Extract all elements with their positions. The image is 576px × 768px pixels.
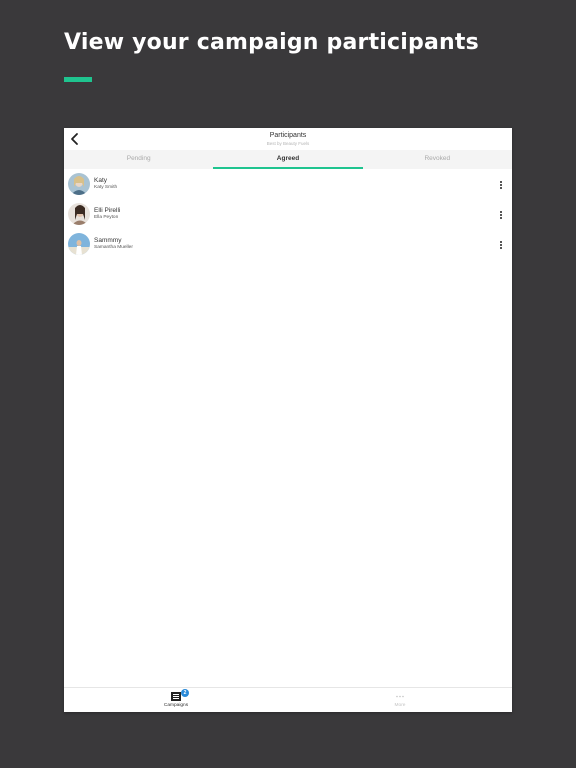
vertical-ellipsis-icon xyxy=(500,181,502,189)
page-subtitle: Best by Beauty Fuels xyxy=(266,141,310,146)
more-options-button[interactable] xyxy=(498,210,504,220)
nav-header: Participants Best by Beauty Fuels xyxy=(64,128,512,150)
participant-name: Elli Pirelli xyxy=(94,207,121,214)
avatar xyxy=(68,203,90,225)
app-screen: Participants Best by Beauty Fuels Pendin… xyxy=(64,128,512,712)
participant-name: Sammmy xyxy=(94,237,122,244)
participant-full-name: Samantha Mueller xyxy=(94,245,133,250)
notification-badge: 2 xyxy=(181,689,189,697)
participant-row[interactable]: Katy Katy Smith xyxy=(64,169,512,199)
bottom-tab-bar: 2 Campaigns More xyxy=(64,687,512,712)
tab-agreed[interactable]: Agreed xyxy=(213,150,363,169)
participant-row[interactable]: Sammmy Samantha Mueller xyxy=(64,229,512,259)
promo-screen: View your campaign participants Particip… xyxy=(0,0,576,768)
tabbar-label: Campaigns xyxy=(163,703,189,708)
participant-full-name: Ella Peyton xyxy=(94,215,119,220)
list-icon xyxy=(171,692,181,701)
vertical-ellipsis-icon xyxy=(500,241,502,249)
tabbar-label: More xyxy=(394,703,406,708)
more-options-button[interactable] xyxy=(498,180,504,190)
avatar xyxy=(68,173,90,195)
segment-tabs: Pending Agreed Revoked xyxy=(64,150,512,169)
vertical-ellipsis-icon xyxy=(500,211,502,219)
participant-list: Katy Katy Smith Elli Pirelli Ella Peyton… xyxy=(64,169,512,259)
accent-bar xyxy=(64,77,92,82)
participant-row[interactable]: Elli Pirelli Ella Peyton xyxy=(64,199,512,229)
participant-full-name: Katy Smith xyxy=(94,185,118,190)
tab-revoked[interactable]: Revoked xyxy=(363,150,512,169)
tab-pending[interactable]: Pending xyxy=(64,150,213,169)
ellipsis-icon xyxy=(395,692,405,701)
page-title: Participants xyxy=(269,132,307,139)
tabbar-item-campaigns[interactable]: 2 Campaigns xyxy=(64,688,288,712)
participant-name: Katy xyxy=(94,177,108,184)
more-options-button[interactable] xyxy=(498,240,504,250)
promo-headline: View your campaign participants xyxy=(64,30,479,55)
tabbar-item-more[interactable]: More xyxy=(288,688,512,712)
avatar xyxy=(68,233,90,255)
